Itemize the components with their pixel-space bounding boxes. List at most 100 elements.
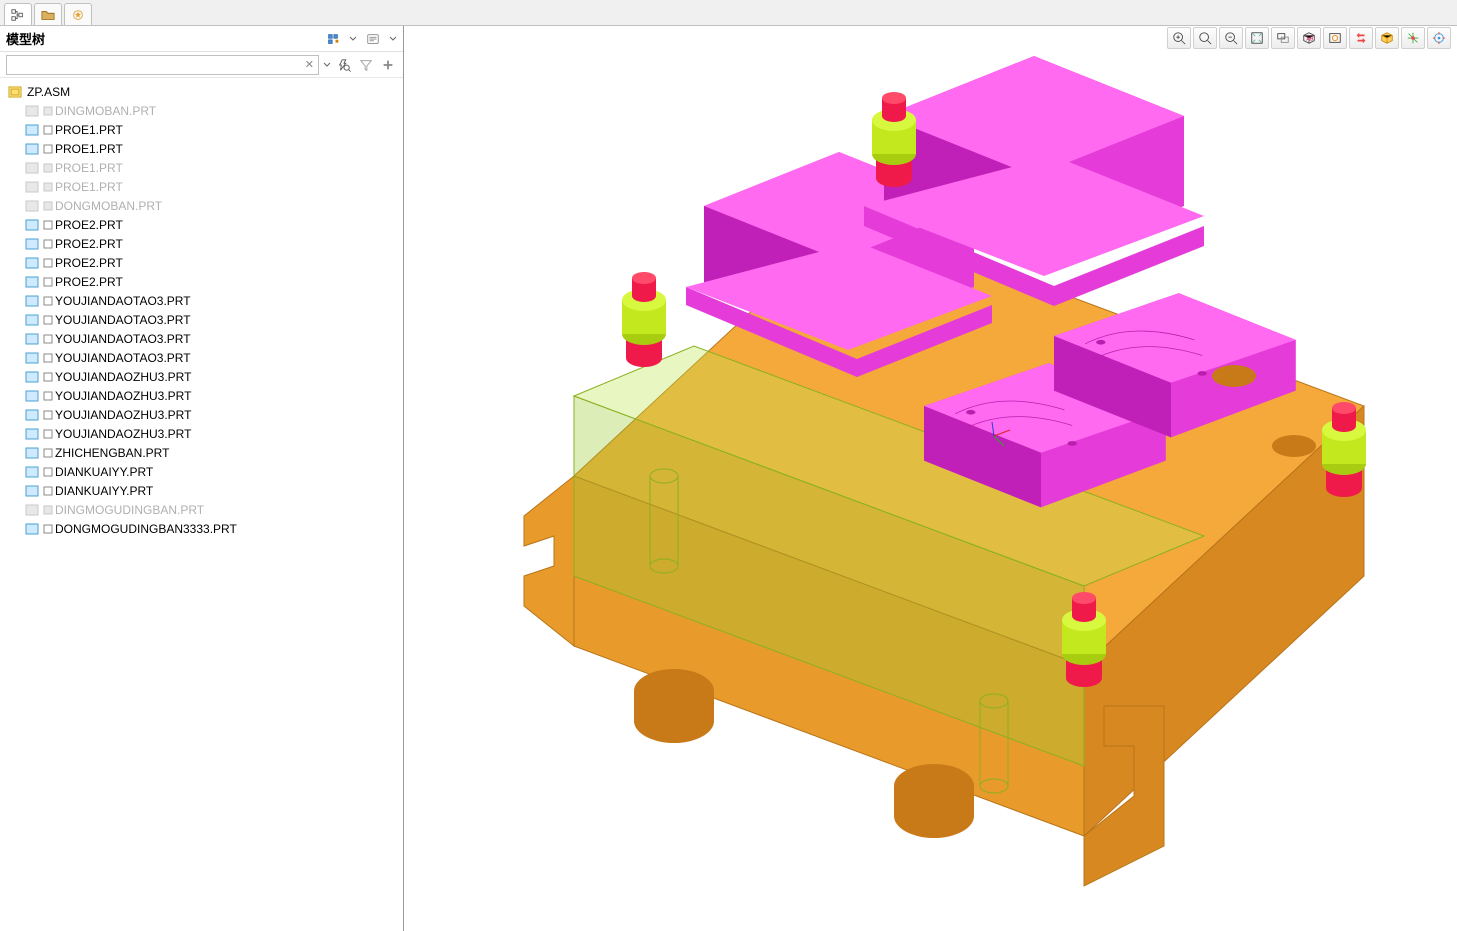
tab-folder[interactable] (34, 3, 62, 25)
prt-glyph-icon (43, 182, 53, 192)
tree-item[interactable]: YOUJIANDAOZHU3.PRT (6, 386, 403, 405)
tree-search-row: ✕ (0, 52, 403, 78)
tree-item-label: YOUJIANDAOZHU3.PRT (55, 389, 191, 403)
tree-item-label: DONGMOGUDINGBAN3333.PRT (55, 522, 237, 536)
part-icon (24, 218, 40, 232)
tree-item-label: PROE1.PRT (55, 123, 123, 137)
tree-item[interactable]: YOUJIANDAOTAO3.PRT (6, 348, 403, 367)
prt-glyph-icon (43, 144, 53, 154)
prt-glyph-icon (43, 467, 53, 477)
tree-root-item[interactable]: ZP.ASM (6, 82, 403, 101)
tree-item-label: YOUJIANDAOTAO3.PRT (55, 332, 191, 346)
tree-item-label: DIANKUAIYY.PRT (55, 484, 153, 498)
part-icon (24, 313, 40, 327)
part-icon (24, 237, 40, 251)
tree-search-input[interactable] (7, 56, 318, 74)
clear-search-icon[interactable]: ✕ (305, 58, 314, 71)
part-icon (24, 256, 40, 270)
part-icon (24, 161, 40, 175)
tree-item[interactable]: YOUJIANDAOTAO3.PRT (6, 291, 403, 310)
prt-glyph-icon (43, 258, 53, 268)
tree-item-label: YOUJIANDAOTAO3.PRT (55, 294, 191, 308)
tree-item-label: PROE2.PRT (55, 218, 123, 232)
model-tree[interactable]: ZP.ASM DINGMOBAN.PRT PROE1.PRT PROE1.PRT PR… (0, 78, 403, 931)
tree-item-label: PROE1.PRT (55, 161, 123, 175)
tree-item[interactable]: DONGMOGUDINGBAN3333.PRT (6, 519, 403, 538)
tree-item[interactable]: PROE2.PRT (6, 234, 403, 253)
model-tree-sidebar: 模型树 ✕ (0, 26, 404, 931)
prt-glyph-icon (43, 372, 53, 382)
tree-item-label: YOUJIANDAOZHU3.PRT (55, 427, 191, 441)
tree-item-label: ZHICHENGBAN.PRT (55, 446, 169, 460)
panel-tab-bar (0, 0, 1457, 26)
tab-favorites[interactable] (64, 3, 92, 25)
chevron-down-icon[interactable] (323, 61, 331, 69)
add-icon[interactable] (379, 56, 397, 74)
tree-item[interactable]: DINGMOGUDINGBAN.PRT (6, 500, 403, 519)
tree-item[interactable]: PROE2.PRT (6, 215, 403, 234)
part-icon (24, 522, 40, 536)
part-icon (24, 104, 40, 118)
tree-item[interactable]: DIANKUAIYY.PRT (6, 462, 403, 481)
tree-item-label: YOUJIANDAOTAO3.PRT (55, 313, 191, 327)
tree-item[interactable]: DIANKUAIYY.PRT (6, 481, 403, 500)
tree-item[interactable]: DINGMOBAN.PRT (6, 101, 403, 120)
prt-glyph-icon (43, 353, 53, 363)
prt-glyph-icon (43, 410, 53, 420)
prt-glyph-icon (43, 315, 53, 325)
find-icon[interactable] (335, 56, 353, 74)
tree-item[interactable]: YOUJIANDAOZHU3.PRT (6, 424, 403, 443)
tree-item[interactable]: PROE2.PRT (6, 253, 403, 272)
prt-glyph-icon (43, 277, 53, 287)
tree-item-label: DINGMOGUDINGBAN.PRT (55, 503, 204, 517)
tree-item[interactable]: YOUJIANDAOZHU3.PRT (6, 405, 403, 424)
prt-glyph-icon (43, 239, 53, 249)
part-icon (24, 465, 40, 479)
part-icon (24, 332, 40, 346)
prt-glyph-icon (43, 106, 53, 116)
tree-root-label: ZP.ASM (27, 85, 70, 99)
prt-glyph-icon (43, 524, 53, 534)
tree-item-label: PROE2.PRT (55, 256, 123, 270)
prt-glyph-icon (43, 334, 53, 344)
tree-item-label: PROE2.PRT (55, 275, 123, 289)
part-icon (24, 408, 40, 422)
filter-icon[interactable] (357, 56, 375, 74)
model-canvas[interactable] (404, 26, 1457, 931)
part-icon (24, 389, 40, 403)
prt-glyph-icon (43, 163, 53, 173)
part-icon (24, 370, 40, 384)
tree-item[interactable]: PROE1.PRT (6, 177, 403, 196)
tree-item[interactable]: PROE2.PRT (6, 272, 403, 291)
prt-glyph-icon (43, 220, 53, 230)
tree-item-label: YOUJIANDAOZHU3.PRT (55, 370, 191, 384)
assembly-icon (8, 85, 24, 99)
graphics-viewport[interactable]: AB (404, 26, 1457, 931)
tree-item[interactable]: YOUJIANDAOTAO3.PRT (6, 329, 403, 348)
prt-glyph-icon (43, 201, 53, 211)
chevron-down-icon[interactable] (349, 29, 357, 49)
chevron-down-icon[interactable] (389, 29, 397, 49)
part-icon (24, 484, 40, 498)
tree-item-label: DONGMOBAN.PRT (55, 199, 162, 213)
tree-item[interactable]: PROE1.PRT (6, 158, 403, 177)
prt-glyph-icon (43, 429, 53, 439)
part-icon (24, 275, 40, 289)
tree-tools-button[interactable] (321, 29, 345, 49)
part-icon (24, 123, 40, 137)
tree-item[interactable]: PROE1.PRT (6, 139, 403, 158)
part-icon (24, 294, 40, 308)
part-icon (24, 180, 40, 194)
prt-glyph-icon (43, 448, 53, 458)
tree-item[interactable]: DONGMOBAN.PRT (6, 196, 403, 215)
tree-item[interactable]: PROE1.PRT (6, 120, 403, 139)
prt-glyph-icon (43, 296, 53, 306)
tree-item[interactable]: ZHICHENGBAN.PRT (6, 443, 403, 462)
tree-settings-button[interactable] (361, 29, 385, 49)
tree-item-label: PROE1.PRT (55, 180, 123, 194)
prt-glyph-icon (43, 486, 53, 496)
tree-item[interactable]: YOUJIANDAOZHU3.PRT (6, 367, 403, 386)
tab-model-tree[interactable] (4, 3, 32, 25)
tree-item[interactable]: YOUJIANDAOTAO3.PRT (6, 310, 403, 329)
prt-glyph-icon (43, 391, 53, 401)
